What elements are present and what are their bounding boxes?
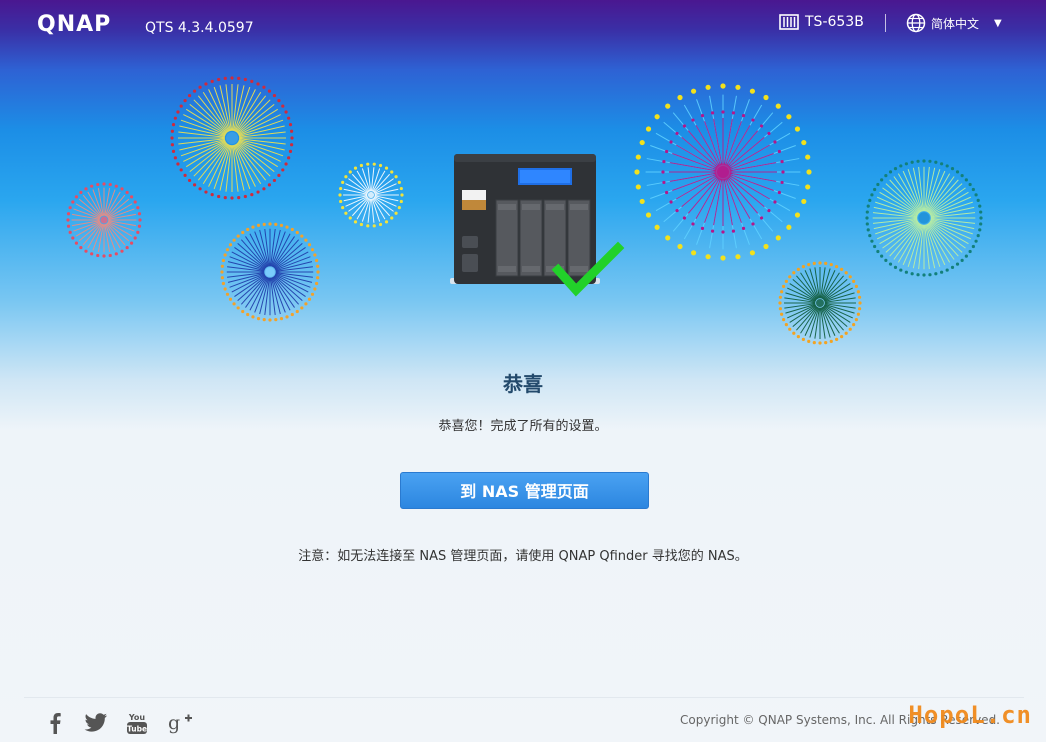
google-plus-icon[interactable]: g	[167, 710, 193, 736]
success-message: 恭喜您！完成了所有的设置。	[438, 419, 608, 434]
firmware-version: QTS 4.3.4.0597	[145, 20, 254, 36]
watermark-logo: HopoL.cn	[908, 701, 1032, 729]
svg-text:Tube: Tube	[127, 725, 147, 734]
qnap-logo: QNAP	[37, 12, 112, 37]
top-bar: QNAP QTS 4.3.4.0597 TS-653B 简体中文 ▼	[0, 0, 1046, 52]
chevron-down-icon: ▼	[994, 17, 1002, 29]
youtube-icon[interactable]: You Tube	[124, 710, 150, 736]
footer-divider	[24, 697, 1024, 698]
svg-text:g: g	[168, 712, 180, 734]
globe-icon	[906, 13, 926, 33]
nas-device-icon	[779, 14, 799, 30]
svg-text:You: You	[128, 713, 146, 722]
twitter-icon[interactable]	[83, 710, 109, 736]
page-title: 恭喜	[503, 372, 543, 396]
header-divider	[885, 14, 886, 32]
facebook-icon[interactable]	[42, 710, 68, 736]
nas-illustration	[450, 154, 625, 297]
device-name: TS-653B	[805, 14, 864, 30]
language-label: 简体中文	[931, 16, 980, 31]
language-selector[interactable]: 简体中文 ▼	[906, 13, 1002, 33]
note-text: 注意：如无法连接至 NAS 管理页面，请使用 QNAP Qfinder 寻找您的…	[298, 549, 748, 564]
device-info: TS-653B	[779, 14, 864, 30]
go-to-nas-button[interactable]: 到 NAS 管理页面	[400, 472, 649, 509]
